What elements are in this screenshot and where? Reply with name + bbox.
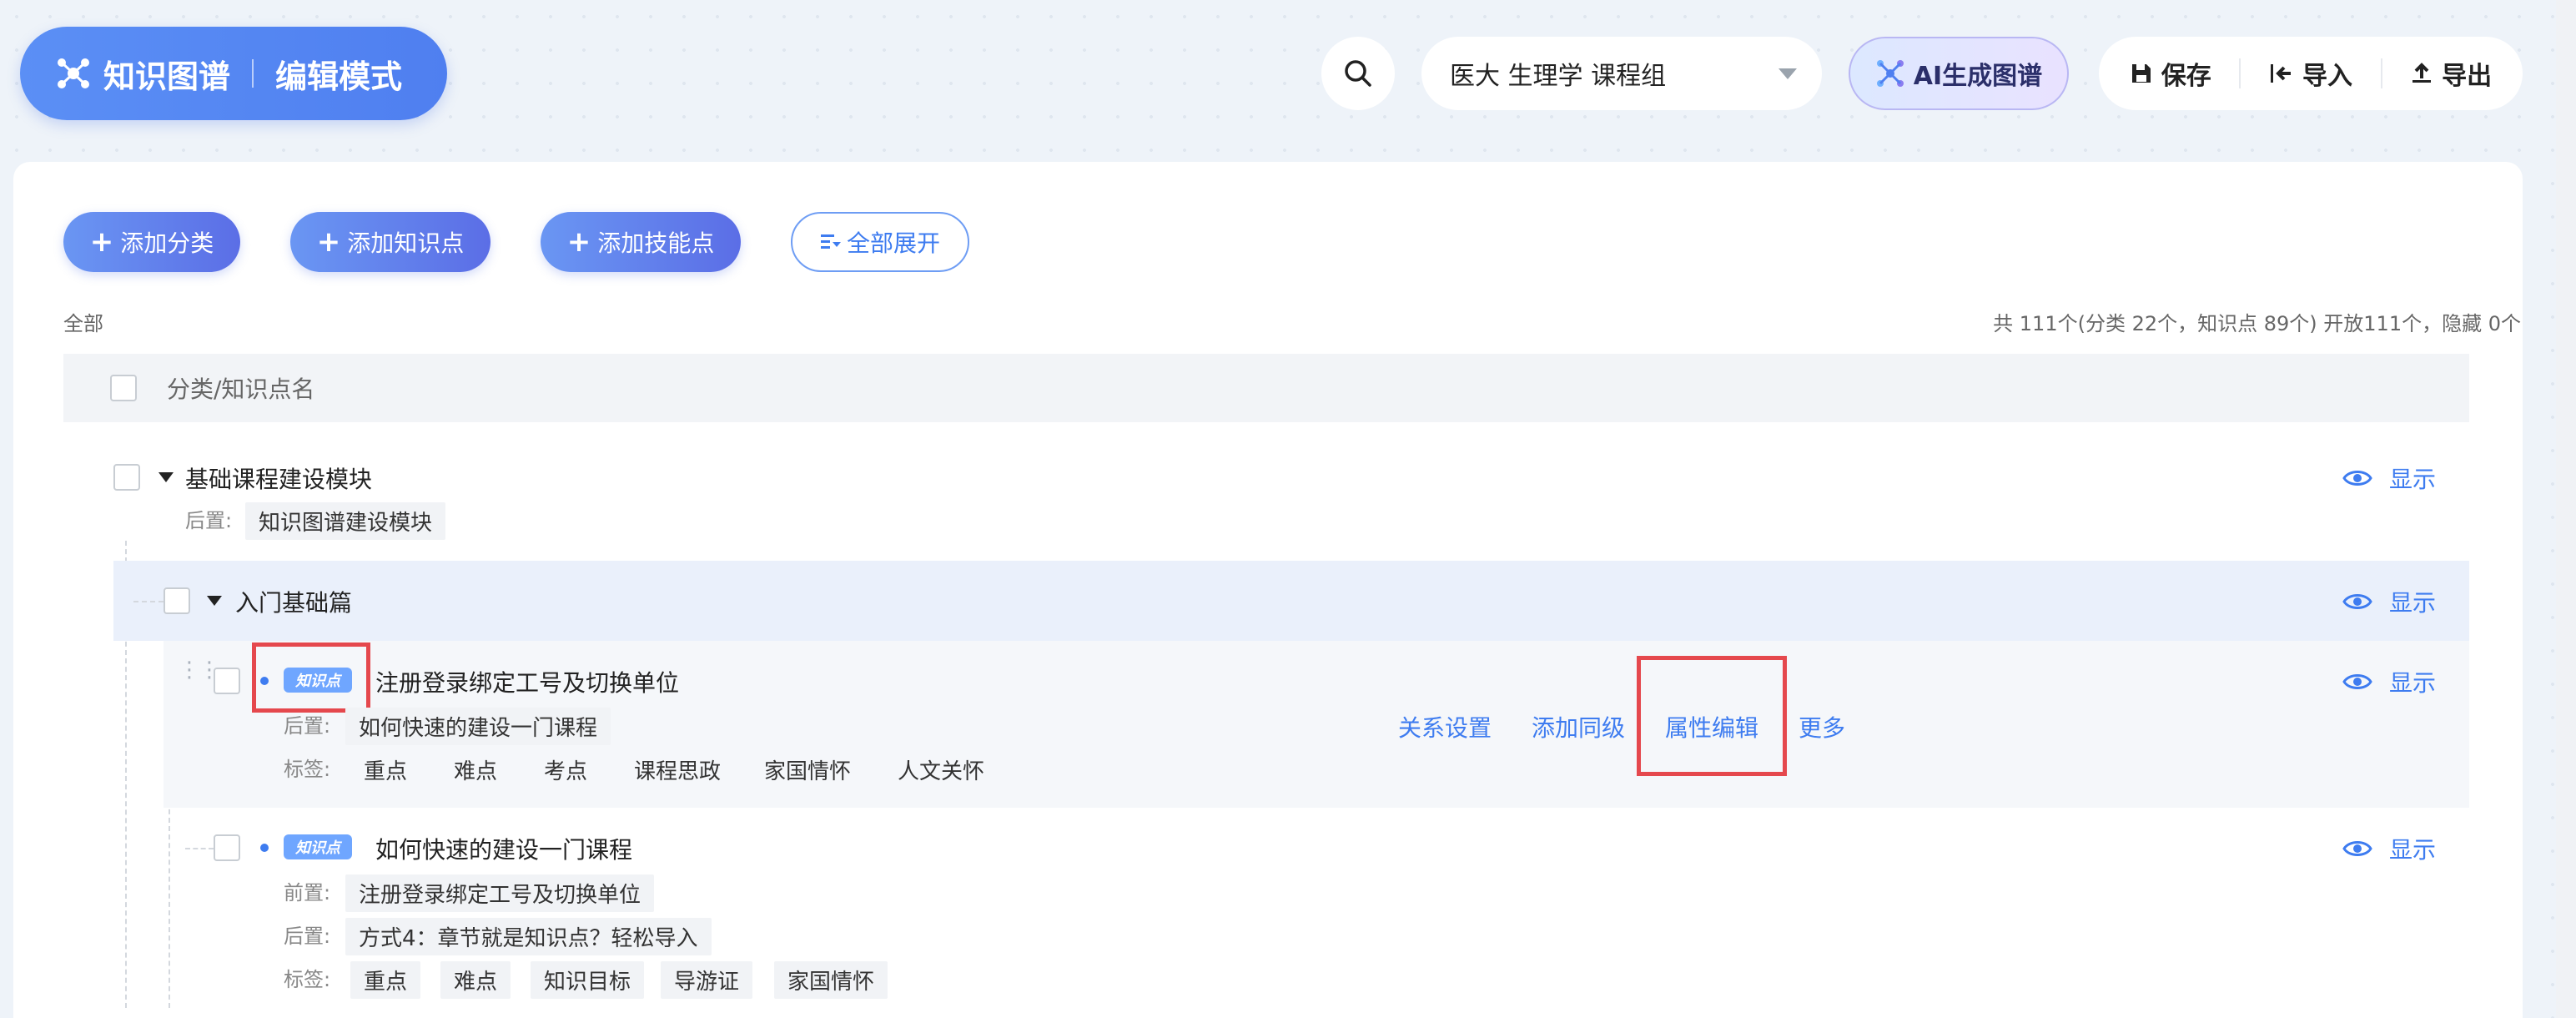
tag-chip: 知识目标 [531,961,645,999]
brand-divider [252,59,254,88]
tag-chip: 难点 [454,759,498,784]
add-category-button[interactable]: + 添加分类 [63,212,240,272]
plus-icon: + [316,225,341,259]
tree-row-subcategory [113,561,2469,641]
add-knowledge-point-button[interactable]: + 添加知识点 [290,212,491,272]
edit-attributes-link[interactable]: 属性编辑 [1665,710,1758,743]
tree-connector [133,601,164,602]
show-label: 显示 [2389,669,2437,697]
tag-chip: 课程思政 [634,759,722,784]
save-button[interactable]: 保存 [2130,55,2211,92]
relation-settings-link[interactable]: 关系设置 [1398,710,1492,743]
stats-summary: 共 111个(分类 22个，知识点 89个) 开放111个，隐藏 0个 [1993,312,2521,335]
after-label: 后置: [185,509,233,532]
tag-chip: 考点 [544,759,588,784]
bullet-dot [260,844,269,852]
export-button[interactable]: 导出 [2410,55,2492,92]
expand-all-button[interactable]: 全部展开 [791,212,969,272]
import-label: 导入 [2302,62,2352,91]
eye-icon [2342,674,2372,689]
ai-sparkle-icon [1876,60,1904,87]
knowledge-point-badge: 知识点 [284,834,352,859]
knowledge-point-badge: 知识点 [284,668,352,693]
export-label: 导出 [2442,62,2493,91]
collapse-caret-icon[interactable] [207,596,222,606]
tag-chip: 重点 [350,961,421,999]
import-icon [2270,64,2291,83]
brand-mode: 编辑模式 [275,58,403,95]
export-icon [2412,63,2432,83]
row-checkbox[interactable] [214,668,240,694]
show-label: 显示 [2389,589,2437,617]
row-checkbox[interactable] [113,464,140,491]
expand-list-icon [820,234,841,249]
plus-icon: + [566,225,591,259]
save-label: 保存 [2161,62,2211,91]
tag-chip: 家国情怀 [764,759,852,784]
show-toggle[interactable]: 显示 [2342,461,2436,495]
file-toolbar: 保存 导入 导出 [2099,37,2523,110]
drag-handle-icon[interactable]: ⋮⋮ [179,659,220,681]
show-toggle[interactable]: 显示 [2342,832,2436,865]
after-tag[interactable]: 方式4：章节就是知识点？轻松导入 [345,918,712,955]
search-button[interactable] [1321,37,1395,110]
scrollbar-track[interactable] [2556,0,2576,1018]
plus-icon: + [89,225,114,259]
tags-label: 标签: [284,758,331,781]
row-title[interactable]: 如何快速的建设一门课程 [375,832,632,865]
course-select[interactable]: 医大 生理学 课程组 [1421,37,1822,110]
add-category-label: 添加分类 [120,229,214,257]
add-sibling-link[interactable]: 添加同级 [1532,710,1625,743]
ai-generate-label: AI生成图谱 [1913,62,2043,91]
row-checkbox[interactable] [214,834,240,861]
more-link[interactable]: 更多 [1799,710,1845,743]
tag-chip: 难点 [440,961,511,999]
show-label: 显示 [2389,836,2437,864]
toolbar-divider [2380,58,2382,88]
expand-all-label: 全部展开 [846,229,940,257]
before-label: 前置: [284,881,331,905]
eye-icon [2342,841,2372,856]
ai-generate-button[interactable]: AI生成图谱 [1849,37,2069,110]
knowledge-graph-icon [58,58,89,88]
eye-icon [2342,594,2372,609]
brand-title: 知识图谱 [103,58,231,95]
row-checkbox[interactable] [164,587,190,614]
row-title[interactable]: 入门基础篇 [235,585,352,618]
save-icon [2131,64,2151,83]
tag-chip: 人文关怀 [898,759,985,784]
add-skill-point-button[interactable]: + 添加技能点 [541,212,741,272]
show-label: 显示 [2389,466,2437,493]
table-header: 分类/知识点名 [63,354,2469,422]
collapse-caret-icon[interactable] [158,472,174,482]
after-tag[interactable]: 知识图谱建设模块 [245,502,446,540]
show-toggle[interactable]: 显示 [2342,585,2436,618]
add-knowledge-point-label: 添加知识点 [347,229,465,257]
row-title[interactable]: 基础课程建设模块 [185,461,372,495]
import-button[interactable]: 导入 [2269,55,2352,92]
search-icon [1345,60,1371,87]
toolbar-divider [2239,58,2241,88]
table-header-label: 分类/知识点名 [167,375,315,403]
show-toggle[interactable]: 显示 [2342,665,2436,698]
tags-label: 标签: [284,968,331,991]
eye-icon [2342,471,2372,486]
after-label: 后置: [284,925,331,948]
after-label: 后置: [284,714,331,738]
tag-chip: 重点 [364,759,408,784]
tree-row-category [63,422,2469,561]
course-select-value: 医大 生理学 课程组 [1450,62,1667,91]
after-tag[interactable]: 如何快速的建设一门课程 [345,708,611,745]
chevron-down-icon [1779,68,1797,79]
before-tag[interactable]: 注册登录绑定工号及切换单位 [345,874,655,912]
app-brand: 知识图谱 编辑模式 [20,27,447,120]
add-skill-point-label: 添加技能点 [597,229,715,257]
tag-chip: 导游证 [661,961,753,999]
tree-connector [185,848,214,849]
filter-label: 全部 [63,312,103,335]
select-all-checkbox[interactable] [110,375,137,401]
row-title[interactable]: 注册登录绑定工号及切换单位 [375,665,679,698]
tag-chip: 家国情怀 [774,961,888,999]
